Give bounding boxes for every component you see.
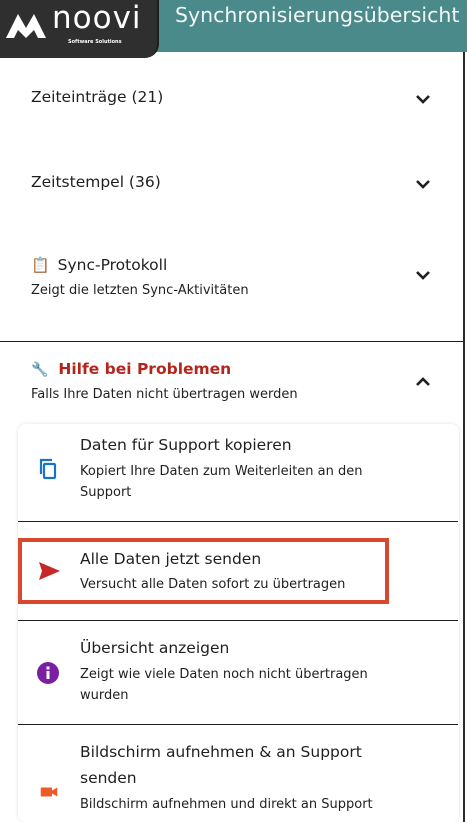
- logo-subtitle: Software Solutions: [68, 39, 122, 45]
- logo-text: noovi: [52, 0, 142, 36]
- section-help-label: Hilfe bei Problemen: [58, 360, 232, 378]
- video-icon: [40, 787, 58, 797]
- page-title: Synchronisierungsübersicht: [175, 3, 460, 27]
- section-entries-title: Zeiteinträge (21): [31, 88, 164, 106]
- section-help-title: 🔧 Hilfe bei Problemen: [31, 360, 231, 378]
- section-protocol-label: Sync-Protokoll: [57, 256, 168, 274]
- item-title: Übersicht anzeigen: [80, 639, 230, 657]
- section-stamps-title: Zeitstempel (36): [31, 173, 161, 191]
- item-title-cont: senden: [80, 769, 137, 787]
- chevron-down-icon[interactable]: [414, 270, 432, 282]
- section-protocol[interactable]: 📋 Sync-Protokoll Zeigt die letzten Sync-…: [0, 228, 463, 340]
- record-screen-item[interactable]: Bildschirm aufnehmen & an Support senden…: [0, 725, 463, 822]
- info-icon: [37, 662, 59, 684]
- section-protocol-title: 📋 Sync-Protokoll: [31, 256, 167, 274]
- item-subtitle-cont: Support: [80, 485, 132, 500]
- section-help[interactable]: 🔧 Hilfe bei Problemen Falls Ihre Daten n…: [0, 342, 463, 424]
- clipboard-icon: 📋: [31, 256, 50, 274]
- section-stamps[interactable]: Zeitstempel (36): [0, 140, 463, 228]
- item-subtitle: Kopiert Ihre Daten zum Weiterleiten an d…: [80, 464, 363, 479]
- item-title: Bildschirm aufnehmen & an Support: [80, 743, 362, 761]
- section-help-subtitle: Falls Ihre Daten nicht übertragen werden: [31, 387, 298, 402]
- noovi-logo-icon: [6, 14, 46, 38]
- right-border: [463, 52, 465, 822]
- chevron-down-icon[interactable]: [414, 179, 432, 191]
- section-entries[interactable]: Zeiteinträge (21): [0, 52, 463, 140]
- copy-icon: [39, 458, 57, 480]
- item-subtitle-cont: wurden: [80, 688, 129, 703]
- show-overview-item[interactable]: Übersicht anzeigen Zeigt wie viele Daten…: [0, 621, 463, 724]
- item-title: Daten für Support kopieren: [80, 436, 292, 454]
- wrench-icon: 🔧: [31, 362, 49, 378]
- chevron-down-icon[interactable]: [414, 94, 432, 106]
- logo: noovi Software Solutions: [0, 0, 159, 58]
- item-subtitle: Zeigt wie viele Daten noch nicht übertra…: [80, 667, 368, 682]
- chevron-up-icon[interactable]: [414, 376, 432, 388]
- highlight-box: [18, 538, 389, 604]
- item-subtitle: Bildschirm aufnehmen und direkt an Suppo…: [80, 797, 373, 812]
- section-protocol-subtitle: Zeigt die letzten Sync-Aktivitäten: [31, 283, 249, 298]
- copy-support-data-item[interactable]: Daten für Support kopieren Kopiert Ihre …: [0, 424, 463, 521]
